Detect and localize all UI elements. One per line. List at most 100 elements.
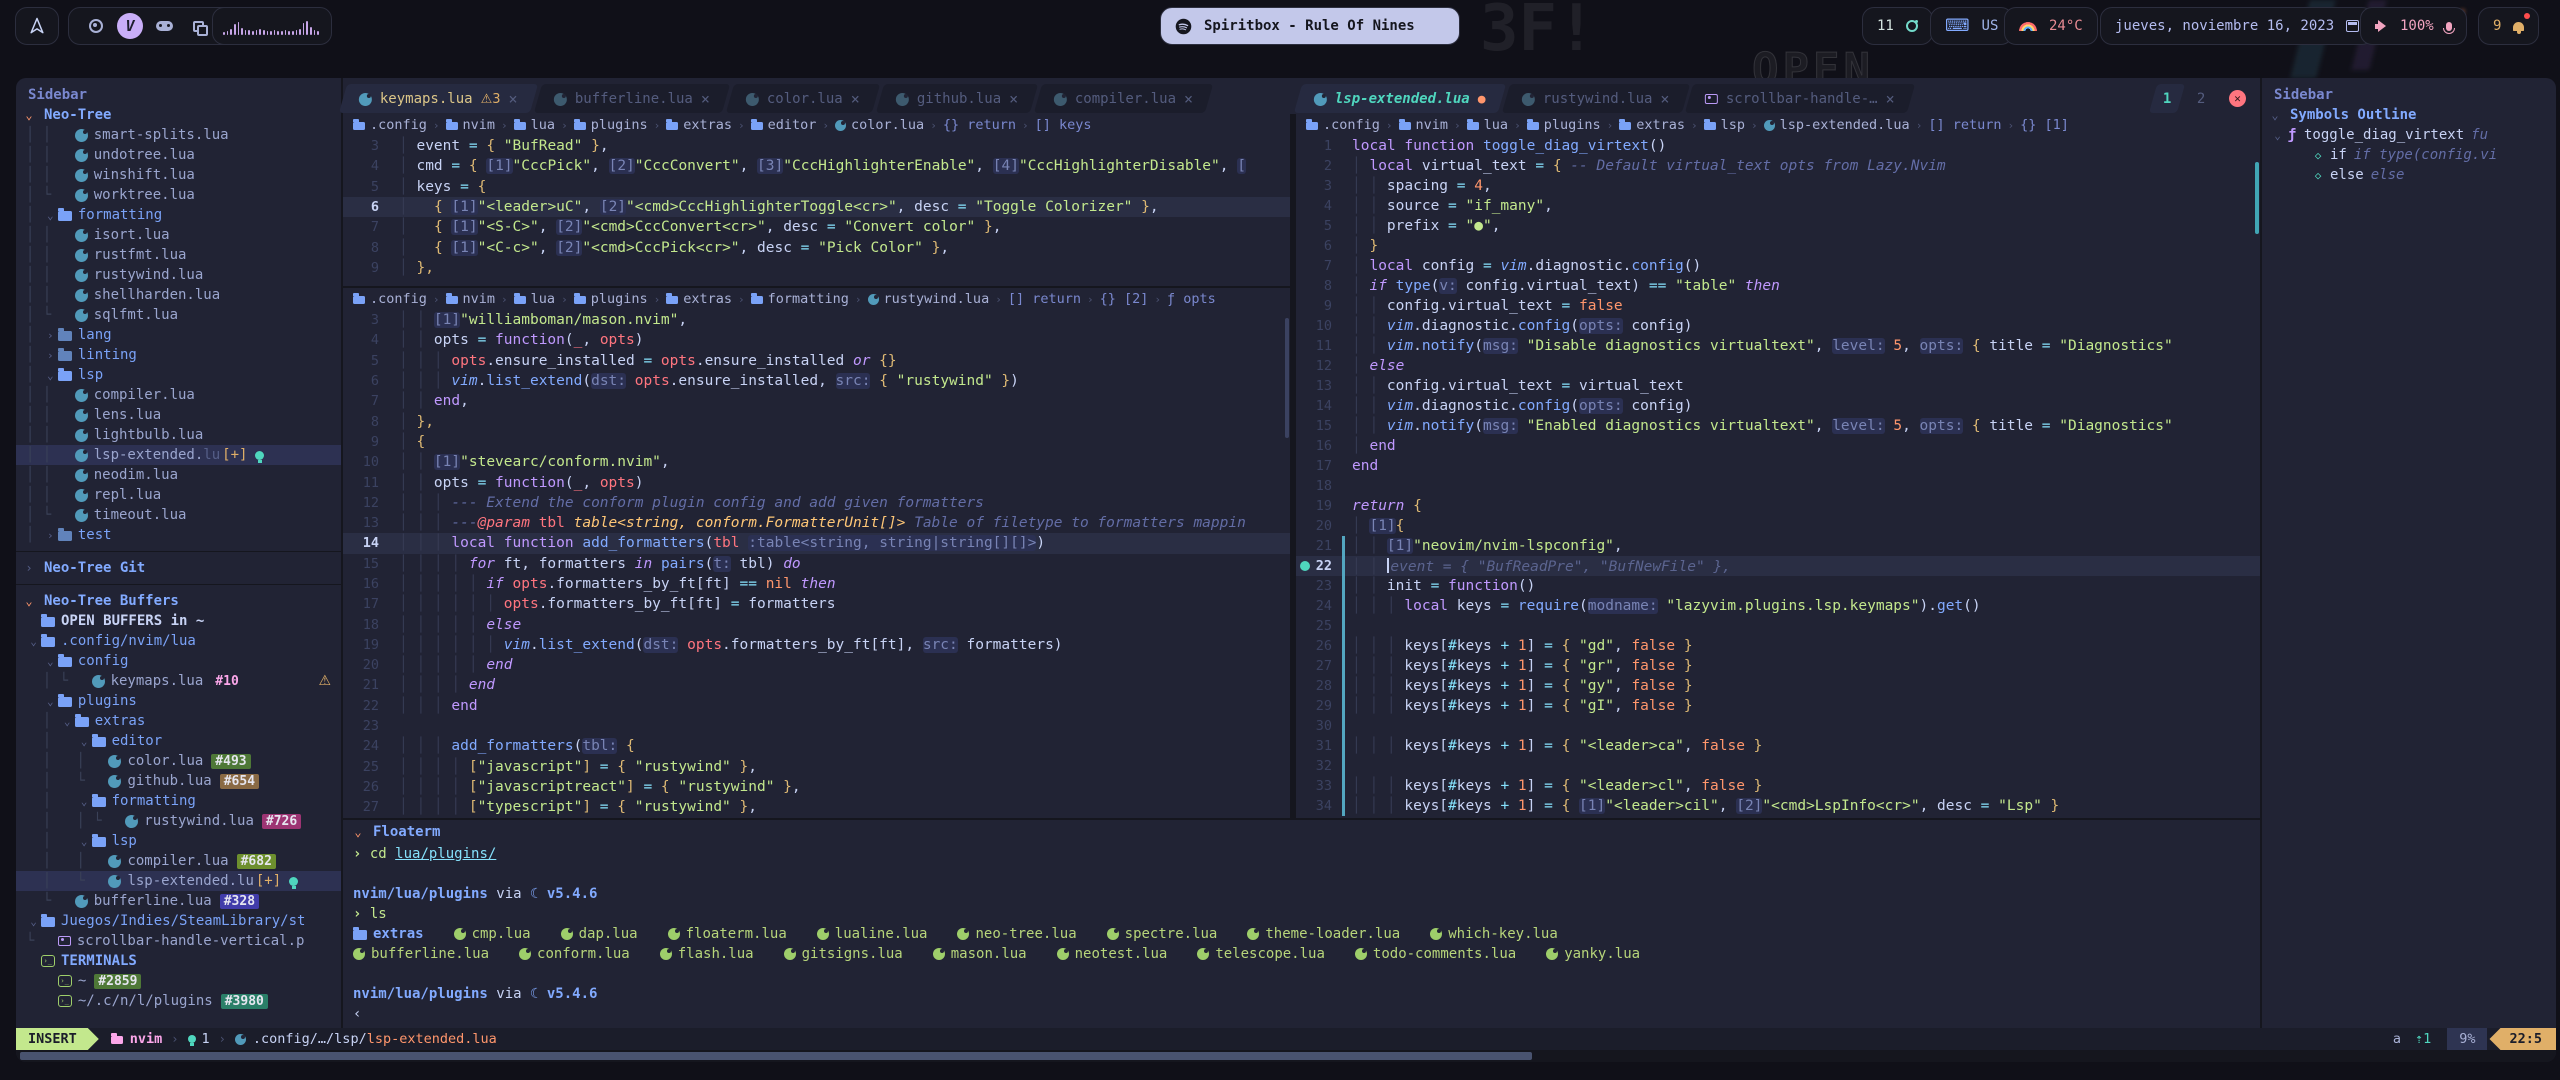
terminals-header[interactable]: TERMINALS xyxy=(16,951,341,971)
tree-item[interactable]: │ │ lsp-extended.lu[+] xyxy=(16,445,341,465)
breadcrumb-item[interactable]: plugins xyxy=(574,291,648,307)
workspace-orb[interactable] xyxy=(83,13,109,39)
tree-item[interactable]: │ ⌄formatting xyxy=(16,205,341,225)
media-player-widget[interactable]: Spiritbox - Rule Of Nines xyxy=(1160,7,1460,45)
code-line[interactable]: 3│ │ spacing = 4, xyxy=(1296,176,2260,196)
tree-item[interactable]: │ ⌄formatting xyxy=(16,791,341,811)
breadcrumb-item[interactable]: nvim xyxy=(1399,117,1449,133)
file-item[interactable]: conform.lua xyxy=(519,946,630,962)
breadcrumb-item[interactable]: extras xyxy=(666,117,732,133)
chevron-down-icon[interactable]: ⌄ xyxy=(77,795,92,808)
file-item[interactable]: extras xyxy=(353,926,424,942)
tree-item[interactable]: │ ›lang xyxy=(16,325,341,345)
code-line[interactable]: 14│ │ │ local function add_formatters(tb… xyxy=(343,533,1290,553)
tree-item[interactable]: └ scrollbar-handle-vertical.p xyxy=(16,931,341,951)
chevron-down-icon[interactable]: ⌄ xyxy=(77,835,92,848)
code-line[interactable]: 5│ keys = { xyxy=(343,177,1290,197)
code-line[interactable]: 27│ │ │ keys[#keys + 1] = { "gr", false … xyxy=(1296,656,2260,676)
file-item[interactable]: gitsigns.lua xyxy=(784,946,903,962)
code-line[interactable]: 7│ │ end, xyxy=(343,391,1290,411)
code-line[interactable]: 31│ │ │ keys[#keys + 1] = { "<leader>ca"… xyxy=(1296,736,2260,756)
chevron-down-icon[interactable]: ⌄ xyxy=(43,655,58,668)
code-line[interactable]: 26│ │ │ │ ["javascriptreact"] = { "rusty… xyxy=(343,777,1290,797)
breadcrumb-item[interactable]: lua xyxy=(514,117,555,133)
tree-item[interactable]: └ bufferline.lua#328 xyxy=(16,891,341,911)
tree-item[interactable]: │ └ keymaps.lua#10⚠ xyxy=(16,671,341,691)
tree-item[interactable]: ~#2859 xyxy=(16,971,341,991)
code-line[interactable]: 7│ local config = vim.diagnostic.config(… xyxy=(1296,256,2260,276)
updates-widget[interactable]: 11 xyxy=(1862,7,1933,45)
tab-bufferline-lua[interactable]: bufferline.lua× xyxy=(534,84,730,113)
file-item[interactable]: mason.lua xyxy=(933,946,1027,962)
breadcrumb-item[interactable]: plugins xyxy=(574,117,648,133)
tab-keymaps-lua[interactable]: keymaps.lua⚠3× xyxy=(339,84,538,113)
code-line[interactable]: 20│ [1]{ xyxy=(1296,516,2260,536)
breadcrumb-item[interactable]: ƒ opts xyxy=(1167,291,1216,307)
file-item[interactable]: dap.lua xyxy=(561,926,638,942)
code-line[interactable]: 16│ │ │ │ │ if opts.formatters_by_ft[ft]… xyxy=(343,574,1290,594)
breadcrumb-item[interactable]: {} [1] xyxy=(2020,117,2069,133)
file-item[interactable]: yanky.lua xyxy=(1546,946,1640,962)
file-item[interactable]: floaterm.lua xyxy=(668,926,787,942)
chevron-down-icon[interactable]: ⌄ xyxy=(26,915,41,928)
tree-item[interactable]: │ └ lsp-extended.lu[+] xyxy=(16,871,341,891)
volume-widget[interactable]: 100% xyxy=(2360,7,2467,45)
terminal-output[interactable]: › cd lua/plugins/nvim/lua/plugins via ☾ … xyxy=(343,844,2260,1024)
tab-close-icon[interactable]: × xyxy=(509,89,518,107)
tree-item[interactable]: ~/.c/n/l/plugins#3980 xyxy=(16,991,341,1011)
file-item[interactable]: neotest.lua xyxy=(1057,946,1168,962)
terminal-scrollbar[interactable] xyxy=(20,1052,1532,1060)
tree-item[interactable]: │ │ isort.lua xyxy=(16,225,341,245)
breadcrumb-item[interactable]: lsp-extended.lua xyxy=(1764,117,1910,133)
tree-item[interactable]: │ │ lens.lua xyxy=(16,405,341,425)
code-line[interactable]: 34│ │ │ keys[#keys + 1] = { [1]"<leader>… xyxy=(1296,796,2260,816)
tabpage-indicator[interactable]: 1 xyxy=(188,1031,210,1047)
code-line[interactable]: 13│ │ │ ---@param tbl table<string, conf… xyxy=(343,513,1290,533)
chevron-right-icon[interactable]: › xyxy=(43,329,58,342)
chevron-down-icon[interactable]: ⌄ xyxy=(2270,129,2285,142)
code-line[interactable]: 32 xyxy=(1296,756,2260,776)
code-line[interactable]: 25 xyxy=(1296,616,2260,636)
tab-rustywind-lua[interactable]: rustywind.lua× xyxy=(1502,84,1690,113)
code-line[interactable]: 23│ │ init = function() xyxy=(1296,576,2260,596)
tree-item[interactable]: ⌄plugins xyxy=(16,691,341,711)
code-line[interactable]: 30 xyxy=(1296,716,2260,736)
breadcrumb-item[interactable]: lua xyxy=(1467,117,1508,133)
close-button[interactable]: ✕ xyxy=(2229,90,2246,107)
breadcrumb-item[interactable]: .config xyxy=(353,291,427,307)
tab-color-lua[interactable]: color.lua× xyxy=(726,84,880,113)
file-item[interactable]: spectre.lua xyxy=(1107,926,1218,942)
code-line[interactable]: 9│ │ config.virtual_text = false xyxy=(1296,296,2260,316)
symbols-outline-header[interactable]: ⌄ Symbols Outline xyxy=(2262,105,2556,125)
weather-widget[interactable]: 24°C xyxy=(2004,7,2098,45)
code-line[interactable]: 15│ │ │ │ for ft, formatters in pairs(t:… xyxy=(343,554,1290,574)
tree-item[interactable]: │ │ rustfmt.lua xyxy=(16,245,341,265)
breadcrumb-item[interactable]: [] return xyxy=(1008,291,1081,307)
code-line[interactable]: 21│ │ [1]"neovim/nvim-lspconfig", xyxy=(1296,536,2260,556)
code-line[interactable]: 8│ if type(v: config.virtual_text) == "t… xyxy=(1296,276,2260,296)
tree-item[interactable]: │ │ compiler.lua#682 xyxy=(16,851,341,871)
chevron-down-icon[interactable]: ⌄ xyxy=(60,715,75,728)
launcher-button[interactable] xyxy=(15,7,59,45)
tab-scrollbar-handle-[interactable]: scrollbar-handle-…× xyxy=(1685,84,1915,113)
file-item[interactable]: telescope.lua xyxy=(1197,946,1325,962)
tree-item[interactable]: │ │ └ rustywind.lua#726 xyxy=(16,811,341,831)
code-line[interactable]: 20│ │ │ │ │ end xyxy=(343,655,1290,675)
code-line[interactable]: 6│ { [1]"<leader>uC", [2]"<cmd>CccHighli… xyxy=(343,197,1290,217)
code-line[interactable]: 16│ end xyxy=(1296,436,2260,456)
breadcrumb-item[interactable]: editor xyxy=(751,117,817,133)
code-line[interactable]: 17│ │ │ │ │ │ opts.formatters_by_ft[ft] … xyxy=(343,594,1290,614)
code-line[interactable]: 4│ │ opts = function(_, opts) xyxy=(343,330,1290,350)
breadcrumb-item[interactable]: lua xyxy=(514,291,555,307)
tree-item[interactable]: ⌄Juegos/Indies/SteamLibrary/st xyxy=(16,911,341,931)
symbol-item-toggle_diag_virtext[interactable]: ⌄ƒtoggle_diag_virtextfu xyxy=(2262,125,2556,145)
file-item[interactable]: which-key.lua xyxy=(1430,926,1558,942)
tree-item[interactable]: OPEN BUFFERS in ~ xyxy=(16,611,341,631)
file-item[interactable]: todo-comments.lua xyxy=(1355,946,1516,962)
chevron-right-icon[interactable]: › xyxy=(43,529,58,542)
code-line[interactable]: 18│ │ │ │ │ else xyxy=(343,614,1290,634)
workspace-gamepad[interactable] xyxy=(151,13,177,39)
breadcrumb-item[interactable]: rustywind.lua xyxy=(868,291,990,307)
tabpage-1[interactable]: 1 xyxy=(2149,84,2185,113)
code-line[interactable]: 15│ │ vim.notify(msg: "Enabled diagnosti… xyxy=(1296,416,2260,436)
